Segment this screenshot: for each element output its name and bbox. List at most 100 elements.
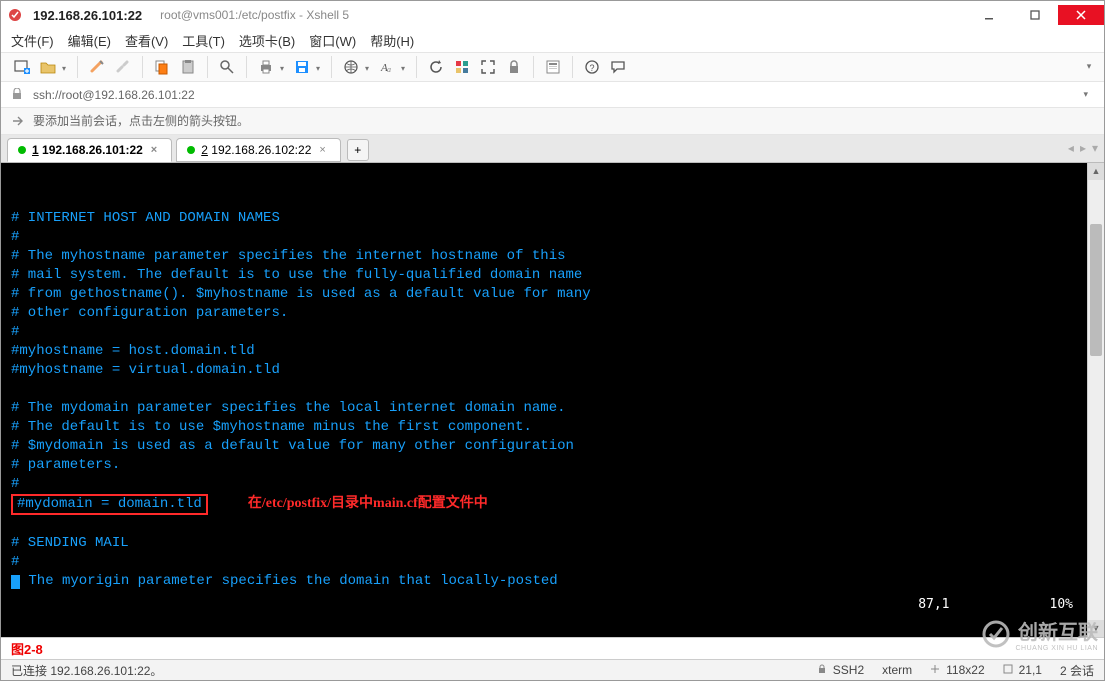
menu-tabs[interactable]: 选项卡(B) [239, 31, 295, 50]
terminal-line: # The mydomain parameter specifies the l… [11, 400, 566, 416]
tab-index: 2 [201, 143, 208, 157]
session-tabs: 1 192.168.26.101:22 × 2 192.168.26.102:2… [1, 135, 1104, 163]
terminal-line: # The myhostname parameter specifies the… [11, 248, 566, 264]
toolbar-separator [77, 56, 78, 78]
svg-text:?: ? [590, 63, 595, 73]
terminal-line: # [11, 476, 19, 492]
address-dropdown[interactable]: ▾ [1077, 89, 1094, 100]
disconnect-icon[interactable] [112, 56, 134, 78]
status-proto: SSH2 [817, 663, 864, 677]
menu-view[interactable]: 查看(V) [125, 31, 168, 50]
tab-host: 192.168.26.102:22 [211, 143, 311, 157]
address-input[interactable]: ssh://root@192.168.26.101:22 [33, 88, 1077, 102]
scroll-thumb[interactable] [1090, 224, 1102, 356]
lock-icon[interactable] [503, 56, 525, 78]
terminal-line: # [11, 324, 19, 340]
window-close-button[interactable] [1058, 5, 1104, 25]
scroll-up-icon[interactable]: ▲ [1088, 163, 1104, 180]
window-minimize-button[interactable] [966, 5, 1012, 25]
paste-icon[interactable] [177, 56, 199, 78]
tab-overflow-icon[interactable]: ▾ [1092, 141, 1098, 155]
terminal[interactable]: # INTERNET HOST AND DOMAIN NAMES # # The… [1, 163, 1087, 637]
terminal-line: # The default is to use $myhostname minu… [11, 419, 532, 435]
terminal-status-right: 87,1 10% [856, 576, 1073, 633]
terminal-line: # from gethostname(). $myhostname is use… [11, 286, 591, 302]
refresh-icon[interactable] [425, 56, 447, 78]
fullscreen-icon[interactable] [477, 56, 499, 78]
menu-window[interactable]: 窗口(W) [309, 31, 356, 50]
new-session-icon[interactable] [11, 56, 33, 78]
status-dot-icon [18, 146, 26, 154]
terminal-area: # INTERNET HOST AND DOMAIN NAMES # # The… [1, 163, 1104, 637]
tab-scroll-left-icon[interactable]: ◂ [1068, 141, 1074, 155]
copy-icon[interactable] [151, 56, 173, 78]
font-icon[interactable]: Aa▾ [376, 56, 398, 78]
chat-icon[interactable] [607, 56, 629, 78]
scroll-percent: 10% [1050, 597, 1073, 612]
terminal-line: # [11, 229, 19, 245]
find-icon[interactable] [216, 56, 238, 78]
status-connected: 已连接 192.168.26.101:22。 [11, 662, 162, 679]
arrow-add-icon[interactable] [11, 114, 25, 128]
close-tab-icon[interactable]: × [319, 144, 325, 156]
toolbar-separator [416, 56, 417, 78]
lock-small-icon [817, 664, 829, 676]
cursor-position: 87,1 [918, 597, 949, 612]
bottom-input-bar[interactable]: 图2-8 [1, 637, 1104, 660]
terminal-line: # INTERNET HOST AND DOMAIN NAMES [11, 210, 280, 226]
terminal-line: # other configuration parameters. [11, 305, 288, 321]
toolbar-separator [533, 56, 534, 78]
color-icon[interactable] [451, 56, 473, 78]
terminal-text: The myorigin parameter specifies the dom… [20, 573, 558, 589]
vertical-scrollbar[interactable]: ▲ ▼ [1087, 163, 1104, 637]
reconnect-icon[interactable] [86, 56, 108, 78]
globe-icon[interactable]: ▾ [340, 56, 362, 78]
add-tab-button[interactable]: + [347, 139, 369, 161]
title-sub: root@vms001:/etc/postfix - Xshell 5 [160, 8, 349, 22]
save-icon[interactable]: ▾ [291, 56, 313, 78]
highlight-box: #mydomain = domain.tld [11, 494, 208, 515]
app-window: 192.168.26.101:22 root@vms001:/etc/postf… [0, 0, 1105, 681]
scroll-down-icon[interactable]: ▼ [1088, 620, 1104, 637]
status-dot-icon [187, 146, 195, 154]
tab-host: 192.168.26.101:22 [42, 143, 143, 157]
session-tab-1[interactable]: 1 192.168.26.101:22 × [7, 138, 172, 162]
lock-icon [11, 88, 25, 102]
title-main: 192.168.26.101:22 [33, 8, 142, 23]
status-size: 118x22 [930, 663, 984, 677]
print-icon[interactable]: ▾ [255, 56, 277, 78]
terminal-line: # [11, 554, 19, 570]
props-icon[interactable] [542, 56, 564, 78]
menu-help[interactable]: 帮助(H) [370, 31, 414, 50]
info-bar: 要添加当前会话，点击左侧的箭头按钮。 [1, 108, 1104, 134]
toolbar-separator [246, 56, 247, 78]
session-tab-2[interactable]: 2 192.168.26.102:22 × [176, 138, 341, 162]
svg-text:a: a [387, 65, 391, 74]
terminal-line: # parameters. [11, 457, 120, 473]
menubar: 文件(F) 编辑(E) 查看(V) 工具(T) 选项卡(B) 窗口(W) 帮助(… [1, 29, 1104, 52]
toolbar-overflow[interactable]: ▾ [1084, 61, 1094, 72]
scroll-track[interactable] [1088, 180, 1104, 620]
tab-index: 1 [32, 143, 39, 157]
menu-edit[interactable]: 编辑(E) [68, 31, 111, 50]
tab-scroll-right-icon[interactable]: ▸ [1080, 141, 1086, 155]
menu-file[interactable]: 文件(F) [11, 31, 54, 50]
toolbar-separator [142, 56, 143, 78]
cursor-icon [11, 575, 20, 589]
figure-label: 图2-8 [11, 639, 43, 658]
window-maximize-button[interactable] [1012, 5, 1058, 25]
menu-tools[interactable]: 工具(T) [182, 31, 225, 50]
titlebar: 192.168.26.101:22 root@vms001:/etc/postf… [1, 1, 1104, 29]
annotation-text: 在/etc/postfix/目录中main.cf配置文件中 [248, 496, 488, 511]
help-icon[interactable]: ? [581, 56, 603, 78]
open-icon[interactable]: ▾ [37, 56, 59, 78]
size-icon [930, 664, 942, 676]
toolbar: ▾ ▾ ▾ ▾ Aa▾ ? ▾ [1, 52, 1104, 82]
terminal-line: #myhostname = host.domain.tld [11, 343, 255, 359]
pos-icon [1003, 664, 1015, 676]
close-tab-icon[interactable]: × [151, 144, 157, 156]
address-bar: ssh://root@192.168.26.101:22 ▾ [1, 82, 1104, 108]
status-pos: 21,1 [1003, 663, 1042, 677]
terminal-line: # $mydomain is used as a default value f… [11, 438, 574, 454]
toolbar-separator [207, 56, 208, 78]
